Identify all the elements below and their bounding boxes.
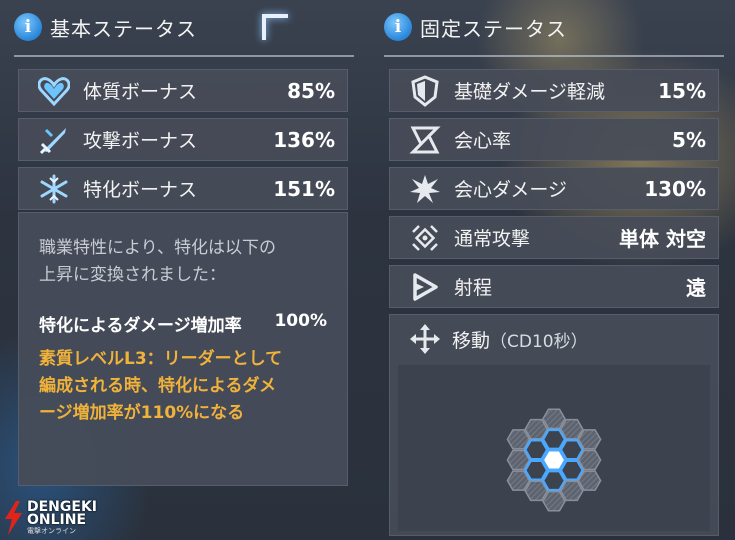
stat-row-damage-reduction[interactable]: 基礎ダメージ軽減 15% <box>389 69 719 112</box>
movement-cooldown: （CD10秒） <box>490 331 588 352</box>
stat-label: 会心ダメージ <box>454 179 568 201</box>
stat-row-specialization[interactable]: 特化ボーナス 151% <box>18 167 348 210</box>
sword-icon <box>37 123 71 157</box>
movement-label: 移動 <box>452 329 491 352</box>
hex-cell-outer <box>542 490 566 512</box>
stat-value: 136% <box>273 127 335 152</box>
hex-cell-outer <box>577 429 602 450</box>
hex-cell-reachable <box>559 459 585 482</box>
stat-label: 射程 <box>454 277 493 299</box>
stat-value: 151% <box>273 176 335 201</box>
dengeki-online-watermark: DENGEKI ONLINE 電撃オンライン <box>2 498 97 538</box>
hex-cell-outer <box>559 480 584 502</box>
move-arrows-icon <box>408 322 442 356</box>
watermark-line3: 電撃オンライン <box>27 527 76 535</box>
stat-row-range[interactable]: 射程 遠 <box>389 265 719 308</box>
damage-bonus-row: 特化によるダメージ増加率 100% <box>39 311 327 336</box>
description-line: 上昇に変換されました： <box>39 265 226 285</box>
hex-grid <box>506 408 602 512</box>
stat-label: 通常攻撃 <box>454 228 531 250</box>
divider <box>384 55 724 57</box>
specialization-detail-popup: 職業特性により、特化は以下の 上昇に変換されました： 特化によるダメージ増加率 … <box>18 212 348 486</box>
bonus-value: 100% <box>274 311 327 331</box>
basic-status-title: 基本ステータス <box>50 16 197 41</box>
bonus-label: 特化によるダメージ増加率 <box>39 316 242 336</box>
burst-icon <box>408 172 442 206</box>
stat-value: 130% <box>644 176 706 201</box>
heart-icon <box>37 74 71 108</box>
fixed-status-title: 固定ステータス <box>420 16 567 41</box>
divider <box>14 55 354 57</box>
normal-attack-icon <box>408 221 442 255</box>
stat-label: 会心率 <box>454 130 512 152</box>
stat-row-crit-damage[interactable]: 会心ダメージ 130% <box>389 167 719 210</box>
crit-rate-icon <box>408 123 442 157</box>
movement-range-grid <box>398 365 710 531</box>
info-icon[interactable]: i <box>384 13 412 41</box>
snowflake-icon <box>37 172 71 206</box>
lightning-logo-icon <box>5 501 22 535</box>
description-line: 職業特性により、特化は以下の <box>39 238 276 258</box>
hex-cell-outer <box>577 470 602 491</box>
watermark-line2: ONLINE <box>27 512 87 528</box>
note-line: 素質レベルL3：リーダーとして <box>39 349 283 369</box>
stat-value: 遠 <box>686 276 706 300</box>
hex-cell-outer <box>542 408 566 430</box>
shield-icon <box>408 74 442 108</box>
note-line: ージ増加率が110%になる <box>39 403 245 423</box>
stat-row-normal-attack[interactable]: 通常攻撃 単体 対空 <box>389 216 719 259</box>
fixed-status-header: i 固定ステータス <box>384 10 567 44</box>
talent-note: 素質レベルL3：リーダーとして 編成される時、特化によるダメ ージ増加率が110… <box>39 346 327 427</box>
hex-cell-outer <box>577 449 602 471</box>
info-icon[interactable]: i <box>14 13 42 41</box>
stat-value: 15% <box>658 78 706 103</box>
stat-label: 攻撃ボーナス <box>83 130 198 152</box>
popup-description: 職業特性により、特化は以下の 上昇に変換されました： <box>39 235 327 289</box>
movement-header: 移動 （CD10秒） <box>390 315 718 363</box>
stat-row-attack[interactable]: 攻撃ボーナス 136% <box>18 118 348 161</box>
stat-label: 特化ボーナス <box>83 179 198 201</box>
stat-label: 基礎ダメージ軽減 <box>454 81 606 103</box>
movement-panel: 移動 （CD10秒） <box>389 314 719 536</box>
corner-bracket-decoration <box>262 14 288 40</box>
range-icon <box>408 270 442 304</box>
stat-row-constitution[interactable]: 体質ボーナス 85% <box>18 69 348 112</box>
stat-value: 単体 対空 <box>619 227 706 251</box>
stat-label: 体質ボーナス <box>83 81 198 103</box>
stat-value: 85% <box>287 78 335 103</box>
hex-cell-outer <box>559 418 584 440</box>
note-line: 編成される時、特化によるダメ <box>39 376 276 396</box>
basic-status-header: i 基本ステータス <box>14 10 197 44</box>
stat-value: 5% <box>672 127 706 152</box>
stat-row-crit-rate[interactable]: 会心率 5% <box>389 118 719 161</box>
hex-cell-reachable <box>559 438 585 461</box>
